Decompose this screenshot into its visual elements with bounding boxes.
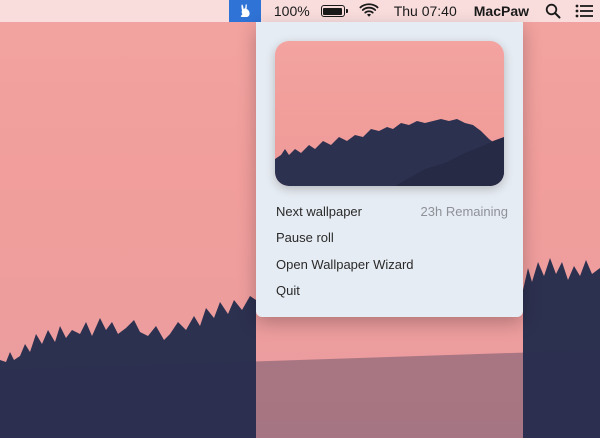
menu-bar: 100% Thu 07:40 MacPaw [0,0,600,22]
battery-percentage[interactable]: 100% [267,0,314,22]
wallpaper-app-menu-extra[interactable] [228,0,261,22]
menu-item-label: Quit [276,282,300,298]
menu-item-label: Pause roll [276,229,334,245]
spotlight-search-button[interactable] [538,0,568,22]
menu-item-label: Open Wallpaper Wizard [276,256,414,272]
wifi-icon [359,3,379,17]
wallpaper-preview[interactable] [275,41,504,186]
menu-item-quit[interactable]: Quit [276,278,508,302]
menu-item-next-wallpaper[interactable]: Next wallpaper 23h Remaining [276,199,508,223]
search-icon [545,3,561,19]
menu-item-label: Next wallpaper [276,203,362,219]
notification-center-button[interactable] [568,0,600,22]
battery-level-fill [323,7,343,15]
menu-bar-clock[interactable]: Thu 07:40 [386,0,465,22]
rabbit-icon [240,4,250,17]
menu-item-open-wallpaper-wizard[interactable]: Open Wallpaper Wizard [276,252,508,276]
wallpaper-preview-image [275,41,504,186]
menu-item-pause-roll[interactable]: Pause roll [276,225,508,249]
wallpaper-app-dropdown: Next wallpaper 23h Remaining Pause roll … [256,22,523,317]
battery-icon [320,5,348,17]
time-remaining-label: 23h Remaining [420,203,508,219]
notification-list-icon [575,4,593,18]
wifi-status[interactable] [352,0,386,22]
battery-status[interactable] [314,0,352,22]
user-account-menu[interactable]: MacPaw [465,0,538,22]
